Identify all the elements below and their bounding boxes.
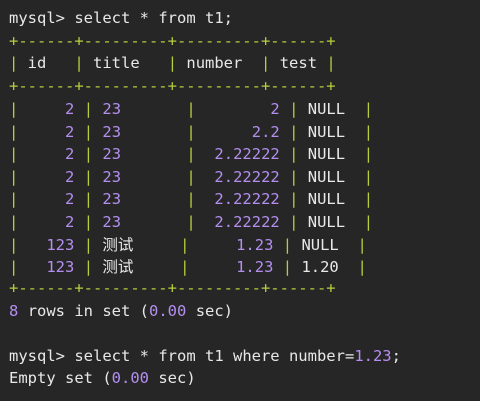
- sql-command: select * from t1;: [74, 9, 233, 27]
- cell-id: 123: [46, 258, 75, 277]
- cell-number: 2.22222: [214, 213, 280, 231]
- column-header-title: title: [93, 54, 140, 72]
- cell-title: 23: [102, 190, 122, 209]
- table-row: | 123 | 测试 | 1.23 | NULL |: [9, 235, 367, 254]
- cell-test: NULL: [301, 235, 339, 254]
- cell-id: 2: [65, 122, 75, 141]
- cell-number: 1.23: [236, 235, 274, 254]
- command-line-2: mysql> select * from t1 where number=1.2…: [9, 347, 401, 365]
- result-summary-2: Empty set (0.00 sec): [9, 369, 196, 387]
- cell-title: 测试: [102, 258, 134, 277]
- command-line-1: mysql> select * from t1;: [9, 7, 233, 29]
- cell-id: 2: [65, 145, 75, 164]
- cell-title: 测试: [102, 235, 134, 254]
- cell-test: 1.20: [301, 258, 339, 277]
- cell-title: 23: [102, 100, 122, 118]
- table-row: | 2 | 23 | 2.22222 | NULL |: [9, 190, 374, 209]
- table-header-row: | id | title | number | test |: [9, 54, 336, 72]
- cell-id: 2: [65, 167, 75, 186]
- row-count: 8: [9, 302, 19, 320]
- cell-test: NULL: [307, 190, 346, 209]
- column-header-id: id: [27, 54, 47, 72]
- table-row: | 123 | 测试 | 1.23 | 1.20 |: [9, 258, 367, 277]
- cell-number: 2: [270, 100, 280, 118]
- query-time: 0.00: [111, 369, 149, 387]
- query-time: 0.00: [149, 302, 187, 320]
- table-border-header: +------+---------+---------+------+: [9, 77, 336, 95]
- cell-test: NULL: [307, 100, 346, 118]
- mysql-prompt: mysql>: [9, 347, 65, 365]
- cell-title: 23: [102, 167, 122, 186]
- cell-id: 2: [65, 213, 75, 231]
- sql-literal: 1.23: [354, 347, 392, 365]
- column-header-test: test: [279, 54, 318, 72]
- cell-number: 2.22222: [214, 145, 280, 164]
- table-row: | 2 | 23 | 2 | NULL |: [9, 100, 374, 118]
- cell-test: NULL: [307, 213, 346, 231]
- terminal-window[interactable]: mysql> select * from t1; +------+-------…: [0, 0, 480, 401]
- cell-id: 2: [65, 100, 75, 118]
- cell-id: 2: [65, 190, 75, 209]
- column-header-number: number: [186, 54, 243, 72]
- table-row: | 2 | 23 | 2.22222 | NULL |: [9, 213, 374, 231]
- cell-test: NULL: [307, 122, 346, 141]
- mysql-prompt: mysql>: [9, 9, 65, 27]
- table-row: | 2 | 23 | 2.2 | NULL |: [9, 122, 374, 141]
- cell-number: 2.2: [251, 122, 280, 141]
- cell-id: 123: [46, 235, 75, 254]
- result-summary-1: 8 rows in set (0.00 sec): [9, 302, 234, 320]
- table-row: | 2 | 23 | 2.22222 | NULL |: [9, 167, 374, 186]
- cell-title: 23: [102, 145, 122, 164]
- cell-test: NULL: [307, 145, 346, 164]
- cell-number: 1.23: [236, 258, 274, 277]
- table-border-bottom: +------+---------+---------+------+: [9, 279, 336, 297]
- cell-number: 2.22222: [214, 190, 280, 209]
- cell-title: 23: [102, 122, 122, 141]
- cell-number: 2.22222: [214, 167, 280, 186]
- cell-title: 23: [102, 213, 122, 231]
- table-row: | 2 | 23 | 2.22222 | NULL |: [9, 145, 374, 164]
- sql-command: select * from t1 where number=: [74, 347, 355, 365]
- table-border-top: +------+---------+---------+------+: [9, 32, 336, 50]
- cell-test: NULL: [307, 167, 346, 186]
